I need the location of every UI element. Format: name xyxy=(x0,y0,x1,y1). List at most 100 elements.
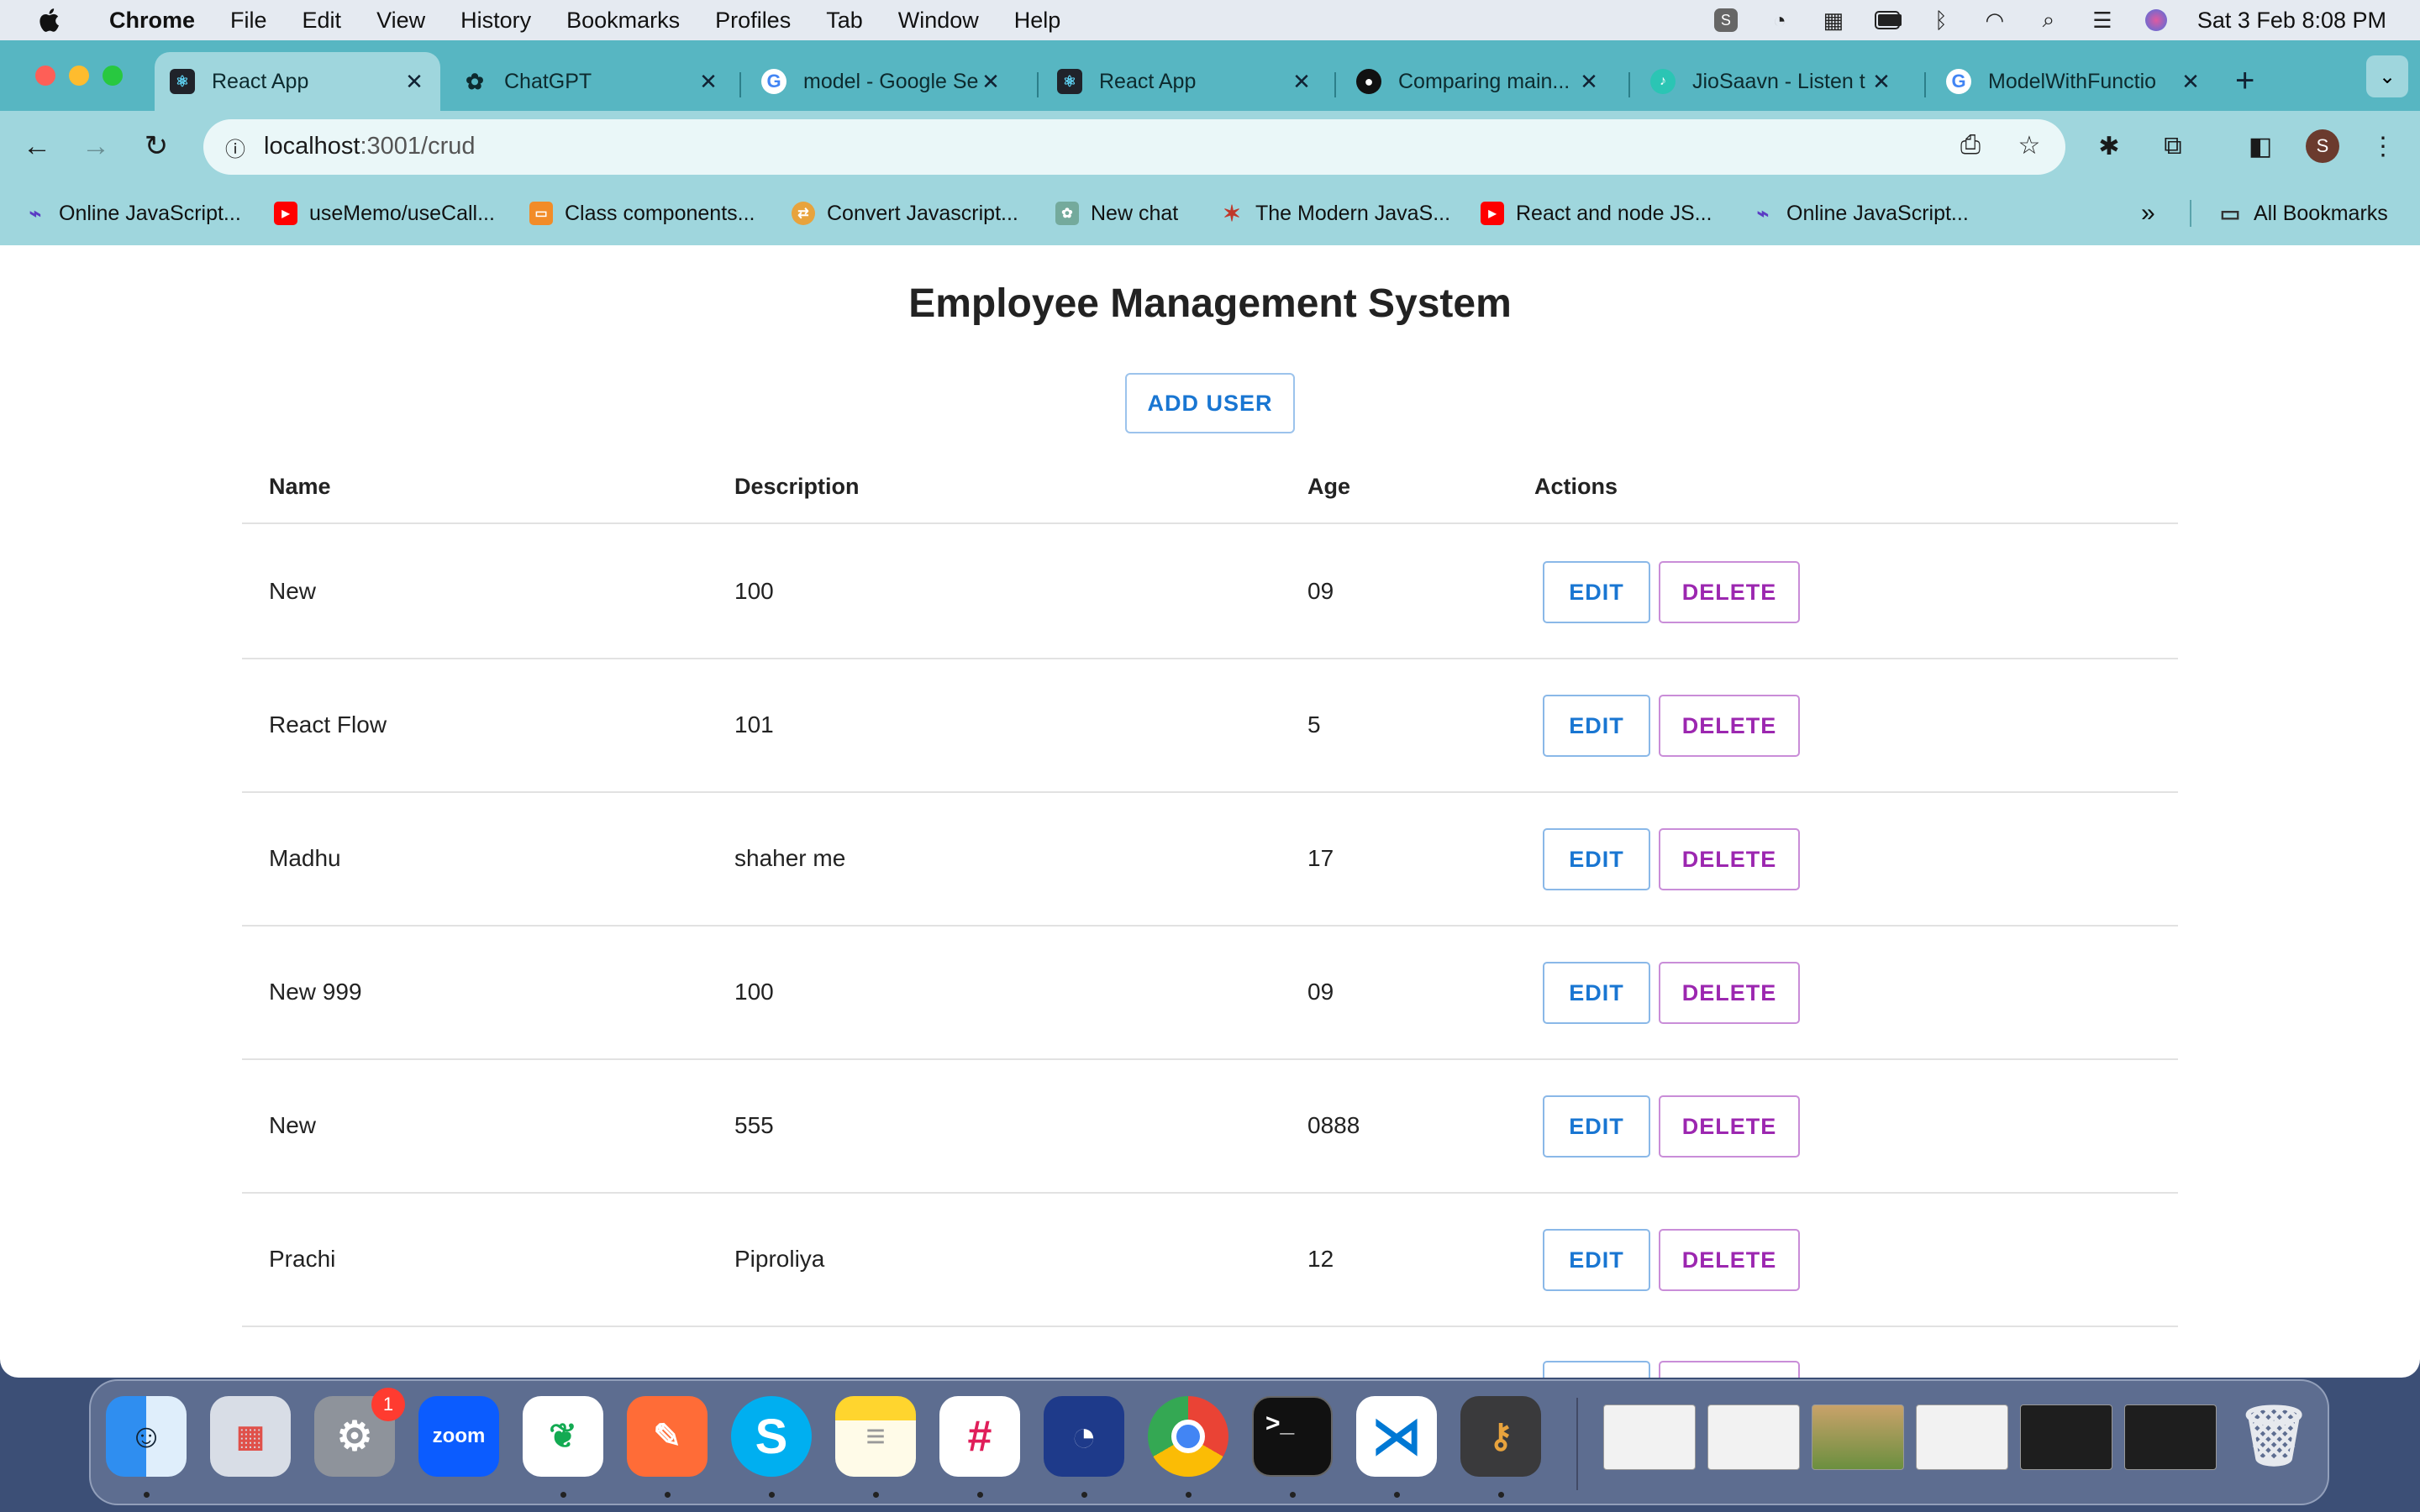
extension-bug-icon[interactable]: ✱ xyxy=(2091,128,2128,165)
tab-jiosaavn[interactable]: ♪ JioSaavn - Listen t ✕ xyxy=(1635,52,1907,111)
menu-bookmarks[interactable]: Bookmarks xyxy=(566,8,680,34)
tab-chatgpt[interactable]: ✿ ChatGPT ✕ xyxy=(447,52,734,111)
minimized-window-thumbnail[interactable] xyxy=(2020,1404,2112,1470)
extensions-puzzle-icon[interactable]: ⧉ xyxy=(2154,128,2191,165)
tab-github-comparing[interactable]: ● Comparing main... ✕ xyxy=(1341,52,1615,111)
delete-button[interactable]: DELETE xyxy=(1659,1361,1800,1378)
minimized-window-thumbnail[interactable] xyxy=(1603,1404,1696,1470)
tab-react-app[interactable]: ⚛ React App ✕ xyxy=(1042,52,1328,111)
zoom-icon[interactable]: zoom xyxy=(418,1396,499,1477)
bookmark-item[interactable]: ▶ React and node JS... xyxy=(1481,198,1712,228)
menu-file[interactable]: File xyxy=(230,8,267,34)
minimized-window-thumbnail[interactable] xyxy=(1812,1404,1904,1470)
finder-icon[interactable]: ☺ xyxy=(106,1396,187,1477)
bookmark-item[interactable]: ⇄ Convert Javascript... xyxy=(792,198,1018,228)
side-panel-icon[interactable]: ◧ xyxy=(2242,128,2279,165)
address-bar[interactable]: ⓘ localhost:3001/crud ⎙ ☆ xyxy=(203,119,2065,175)
back-arrow-icon[interactable]: ← xyxy=(18,128,55,165)
delete-button[interactable]: DELETE xyxy=(1659,1229,1800,1291)
menubar-clock[interactable]: Sat 3 Feb 8:08 PM xyxy=(2197,8,2386,34)
close-tab-icon[interactable]: ✕ xyxy=(978,69,1003,95)
new-tab-icon[interactable]: + xyxy=(2235,64,2254,97)
mongodb-compass-icon[interactable]: ❦ xyxy=(523,1396,603,1477)
tab-react-app-active[interactable]: ⚛ React App ✕ xyxy=(155,52,440,111)
notes-icon[interactable]: ≡ xyxy=(835,1396,916,1477)
launchpad-icon[interactable]: ▦ xyxy=(210,1396,291,1477)
menu-help[interactable]: Help xyxy=(1014,8,1061,34)
minimized-window-thumbnail[interactable] xyxy=(1916,1404,2008,1470)
postman-icon[interactable]: ✎ xyxy=(627,1396,708,1477)
zoom-window-button[interactable] xyxy=(103,66,123,86)
menu-history[interactable]: History xyxy=(460,8,531,34)
apple-menu-icon[interactable] xyxy=(37,8,60,33)
vscode-icon[interactable]: ⋊ xyxy=(1356,1396,1437,1477)
edit-button[interactable]: EDIT xyxy=(1543,962,1650,1024)
bookmark-item[interactable]: ▶ useMemo/useCall... xyxy=(274,198,495,228)
delete-button[interactable]: DELETE xyxy=(1659,561,1800,623)
bookmark-item[interactable]: ▭ Class components... xyxy=(529,198,755,228)
delete-button[interactable]: DELETE xyxy=(1659,962,1800,1024)
bluetooth-icon[interactable]: ᛒ xyxy=(1928,8,1954,33)
close-tab-icon[interactable]: ✕ xyxy=(2178,69,2203,95)
timer-status-icon[interactable]: ◔ xyxy=(1767,8,1792,33)
add-user-button[interactable]: ADD USER xyxy=(1125,373,1295,433)
profile-avatar[interactable]: S xyxy=(2306,129,2339,163)
skype-status-icon[interactable]: S xyxy=(1713,8,1739,33)
delete-button[interactable]: DELETE xyxy=(1659,1095,1800,1158)
tab-model-with-function[interactable]: G ModelWithFunctio ✕ xyxy=(1931,52,2217,111)
delete-button[interactable]: DELETE xyxy=(1659,695,1800,757)
keychain-access-icon[interactable]: ⚷ xyxy=(1460,1396,1541,1477)
tab-search-chevron-down-icon[interactable]: ⌄ xyxy=(2366,55,2408,97)
tab-google-search[interactable]: G model - Google Se ✕ xyxy=(746,52,1017,111)
bookmark-item[interactable]: ✿ New chat xyxy=(1055,198,1178,228)
bookmark-star-icon[interactable]: ☆ xyxy=(2013,131,2045,163)
install-app-icon[interactable]: ⎙ xyxy=(1954,131,1986,163)
menu-tab[interactable]: Tab xyxy=(826,8,863,34)
battery-icon[interactable] xyxy=(1874,8,1902,33)
menu-app-name[interactable]: Chrome xyxy=(109,8,195,34)
all-bookmarks-button[interactable]: ▭ All Bookmarks xyxy=(2218,198,2388,228)
edit-button[interactable]: EDIT xyxy=(1543,828,1650,890)
wifi-icon[interactable]: ◠ xyxy=(1982,8,2007,33)
edit-button[interactable]: EDIT xyxy=(1543,695,1650,757)
minimized-window-thumbnail[interactable] xyxy=(1707,1404,1800,1470)
terminal-icon[interactable]: >_ xyxy=(1252,1396,1333,1477)
minimize-window-button[interactable] xyxy=(69,66,89,86)
edit-button[interactable]: EDIT xyxy=(1543,561,1650,623)
edit-button[interactable]: EDIT xyxy=(1543,1095,1650,1158)
proxyman-icon[interactable]: ◔ xyxy=(1044,1396,1124,1477)
bookmark-item[interactable]: ⌁ Online JavaScript... xyxy=(1751,198,1969,228)
reload-icon[interactable]: ↻ xyxy=(138,128,175,165)
bookmark-item[interactable]: ⌁ Online JavaScript... xyxy=(24,198,241,228)
chrome-menu-kebab-icon[interactable]: ⋮ xyxy=(2365,128,2402,165)
close-tab-icon[interactable]: ✕ xyxy=(1869,69,1894,95)
bookmark-item[interactable]: ✶ The Modern JavaS... xyxy=(1220,198,1450,228)
close-tab-icon[interactable]: ✕ xyxy=(1289,69,1314,95)
close-tab-icon[interactable]: ✕ xyxy=(696,69,721,95)
site-info-icon[interactable]: ⓘ xyxy=(218,130,252,164)
url-text[interactable]: localhost:3001/crud xyxy=(264,133,476,160)
keyboard-status-icon[interactable]: ▦ xyxy=(1821,8,1846,33)
more-bookmarks-chevron-icon[interactable]: » xyxy=(2141,198,2155,228)
menu-window[interactable]: Window xyxy=(898,8,979,34)
skype-icon[interactable]: S xyxy=(731,1396,812,1477)
table-row: New 555 0888 EDIT DELETE xyxy=(242,1060,2178,1194)
control-center-icon[interactable]: ☰ xyxy=(2090,8,2115,33)
google-chrome-icon[interactable] xyxy=(1148,1396,1228,1477)
minimized-window-thumbnail[interactable] xyxy=(2124,1404,2217,1470)
trash-icon[interactable]: 🗑 xyxy=(2233,1396,2314,1477)
edit-button[interactable]: EDIT xyxy=(1543,1361,1650,1378)
menu-view[interactable]: View xyxy=(376,8,425,34)
close-window-button[interactable] xyxy=(35,66,55,86)
spotlight-search-icon[interactable]: ⌕ xyxy=(2036,7,2061,33)
siri-icon[interactable] xyxy=(2144,8,2169,33)
menu-profiles[interactable]: Profiles xyxy=(715,8,791,34)
slack-icon[interactable]: # xyxy=(939,1396,1020,1477)
forward-arrow-icon[interactable]: → xyxy=(77,128,114,165)
close-tab-icon[interactable]: ✕ xyxy=(1576,69,1602,95)
close-tab-icon[interactable]: ✕ xyxy=(402,69,427,95)
tab-title: ModelWithFunctio xyxy=(1988,69,2157,93)
edit-button[interactable]: EDIT xyxy=(1543,1229,1650,1291)
delete-button[interactable]: DELETE xyxy=(1659,828,1800,890)
menu-edit[interactable]: Edit xyxy=(302,8,342,34)
